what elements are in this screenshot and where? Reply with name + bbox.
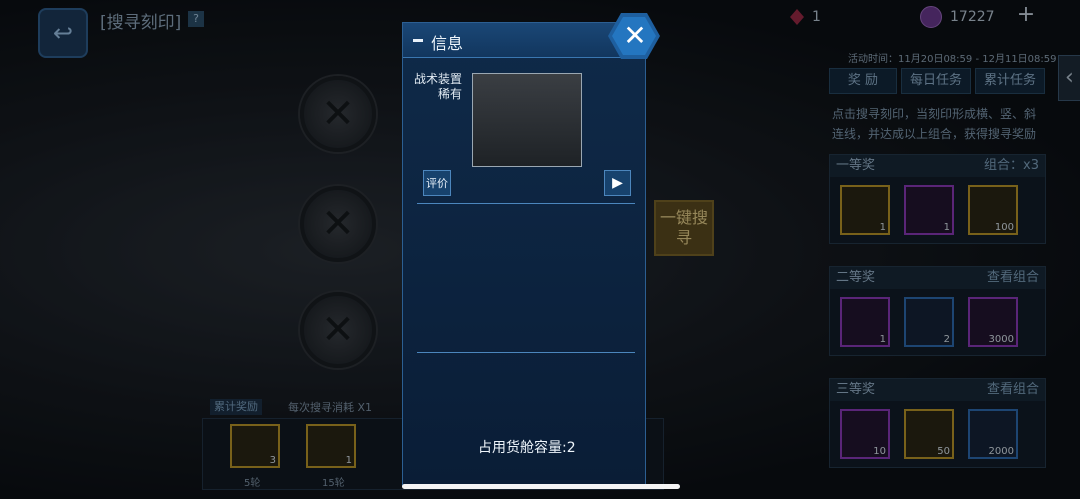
minus-icon: [413, 39, 423, 42]
item-type: 战术装置: [414, 72, 463, 86]
play-icon[interactable]: ▶: [604, 170, 631, 196]
item-rarity: 稀有: [438, 87, 463, 101]
dialog-header: 信息: [403, 23, 645, 58]
home-indicator[interactable]: [402, 484, 680, 489]
evaluate-button[interactable]: 评价: [423, 170, 451, 196]
dialog-title: 信息: [431, 34, 464, 53]
divider: [417, 352, 635, 353]
item-preview-image: [472, 73, 582, 167]
close-icon[interactable]: ✕: [622, 18, 648, 54]
item-info: 战术装置 稀有: [414, 72, 462, 102]
cargo-capacity: 占用货舱容量:2: [478, 440, 576, 456]
divider: [417, 203, 635, 204]
